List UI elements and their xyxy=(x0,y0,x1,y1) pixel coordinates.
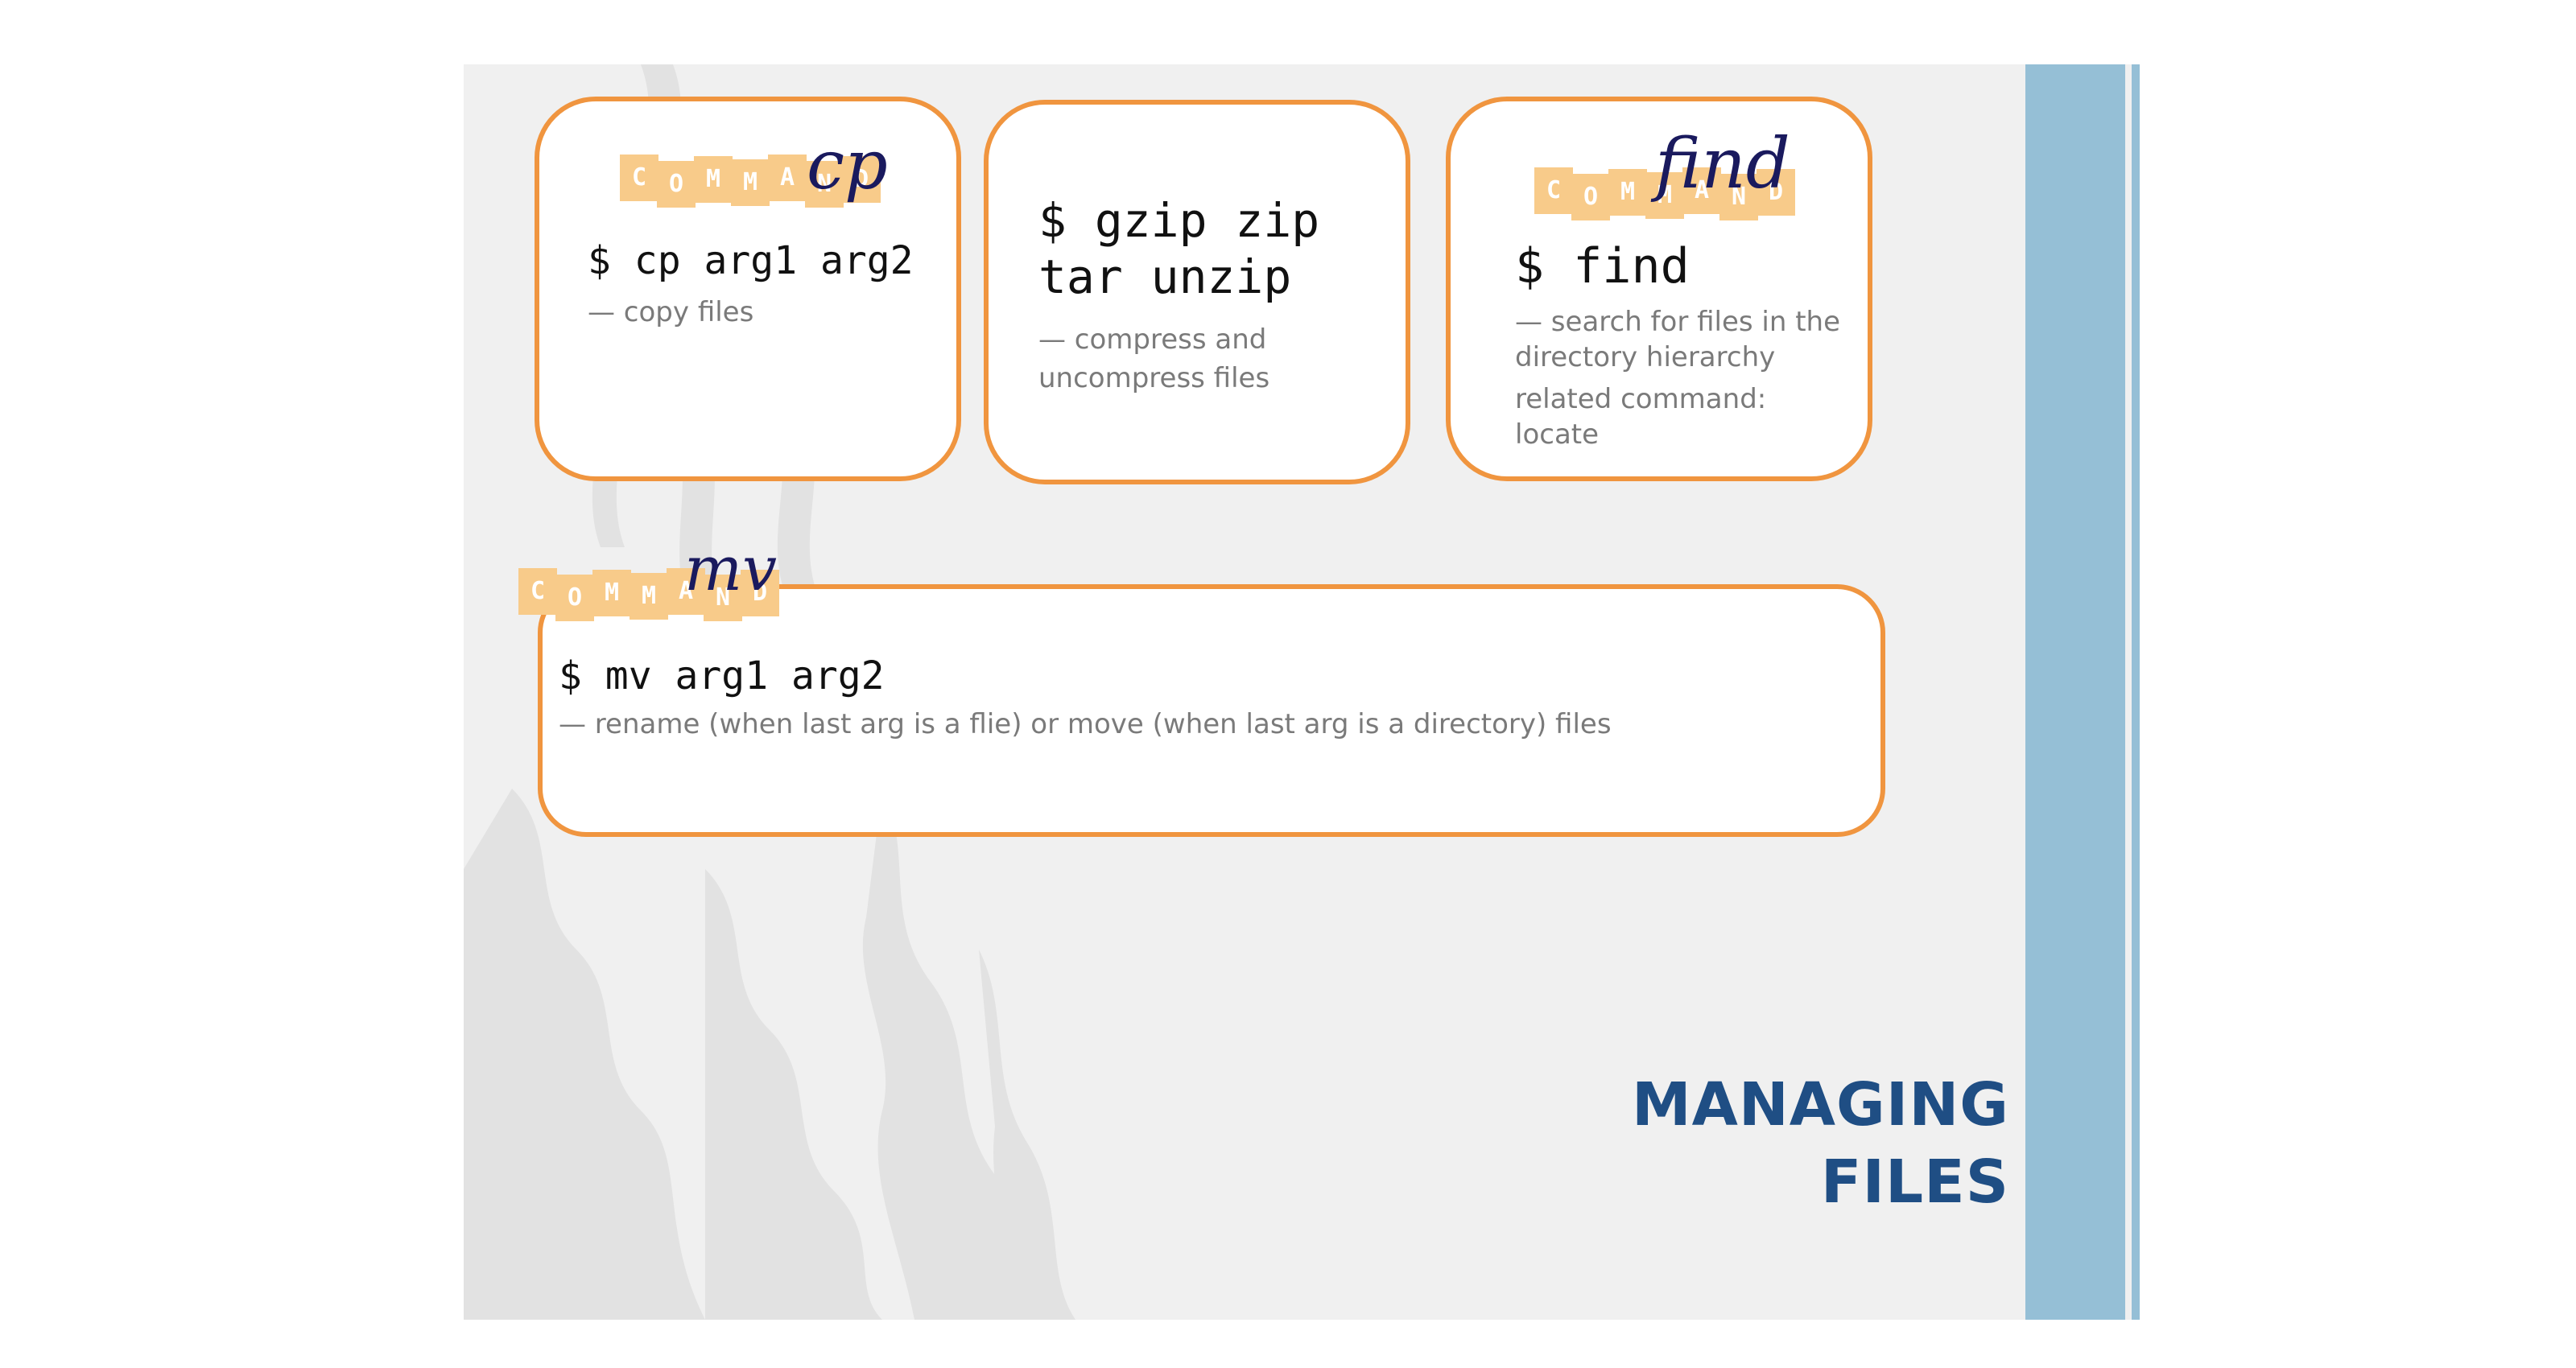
stamp-letter: A xyxy=(768,155,807,201)
slide-title-line-2: FILES xyxy=(1820,1148,2009,1217)
gzip-command-line-1: $ gzip zip xyxy=(1038,193,1320,248)
find-description-line-2: directory hierarchy xyxy=(1515,341,1776,373)
gzip-command-card: $ gzip zip tar unzip — compress and unco… xyxy=(984,100,1410,484)
gzip-command-line-2: tar unzip xyxy=(1038,249,1292,304)
stamp-script-cp: cp xyxy=(807,126,888,204)
find-related-line-1: related command: xyxy=(1515,383,1767,415)
stamp-letter: C xyxy=(518,568,557,615)
stamp-script-mv: mv xyxy=(684,533,778,604)
side-accent-line xyxy=(2132,64,2140,1320)
gzip-description-line-2: uncompress files xyxy=(1038,362,1270,394)
find-related-line-2: locate xyxy=(1515,418,1600,451)
stamp-letter: O xyxy=(555,575,594,621)
stamp-letter: O xyxy=(1571,174,1610,220)
cp-command-text: $ cp arg1 arg2 xyxy=(588,238,914,283)
find-command-card: C O M M A N D find $ find — search for f… xyxy=(1446,97,1872,481)
stamp-letter: M xyxy=(731,159,770,206)
stamp-letter: M xyxy=(694,156,733,203)
cp-command-card: C O M M A N D cp $ cp arg1 arg2 — copy f… xyxy=(535,97,961,481)
stamp-letter: C xyxy=(620,155,658,201)
cp-description: — copy files xyxy=(588,296,754,328)
find-description-line-1: — search for files in the xyxy=(1515,306,1841,338)
stamp-letter: M xyxy=(592,570,631,616)
stamp-letter: M xyxy=(1608,169,1647,216)
stamp-letter: C xyxy=(1534,167,1573,214)
find-command-text: $ find xyxy=(1515,238,1690,295)
stamp-letter: M xyxy=(630,573,668,620)
mv-command-text: $ mv arg1 arg2 xyxy=(559,653,885,698)
stamp-script-find: find xyxy=(1655,124,1790,204)
mv-command-card: $ mv arg1 arg2 — rename (when last arg i… xyxy=(538,584,1885,837)
mv-description: — rename (when last arg is a flie) or mo… xyxy=(559,708,1612,740)
slide-title-line-1: MANAGING xyxy=(1631,1070,2009,1139)
stamp-letter: O xyxy=(657,161,696,208)
side-accent-bar xyxy=(2025,64,2125,1320)
gzip-description-line-1: — compress and xyxy=(1038,323,1267,356)
